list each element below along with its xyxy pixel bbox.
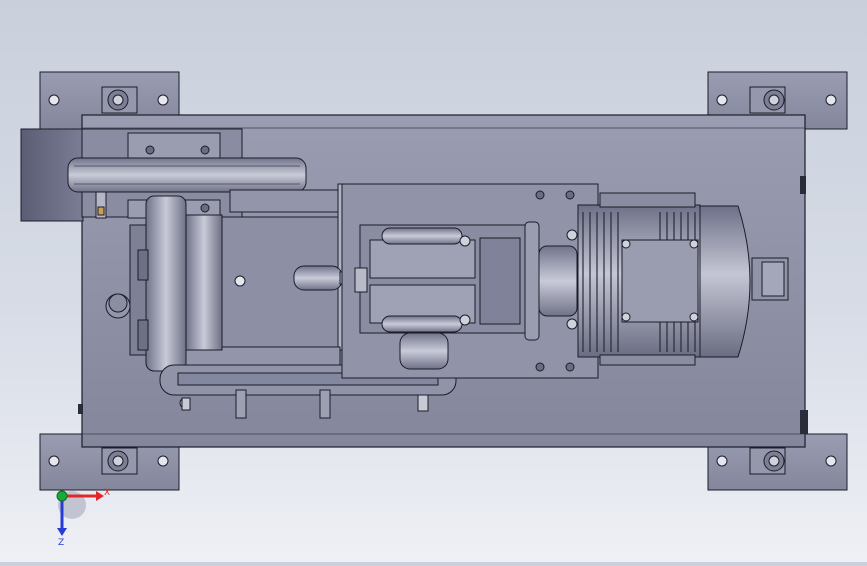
coordinate-triad[interactable]: X Z xyxy=(56,488,110,548)
side-bracket-right-bottom xyxy=(800,410,808,434)
assembly-drawing: X Z xyxy=(20,71,848,548)
triad-y-axis-icon xyxy=(56,490,68,502)
triad-x-label: X xyxy=(104,488,110,498)
triad-x-arrow xyxy=(96,491,104,501)
side-bracket-right-top xyxy=(800,176,806,194)
triad-z-arrow xyxy=(57,528,67,536)
side-bracket-left xyxy=(78,404,83,414)
cad-viewport[interactable]: X Z xyxy=(0,0,867,562)
triad-z-label: Z xyxy=(58,538,64,548)
